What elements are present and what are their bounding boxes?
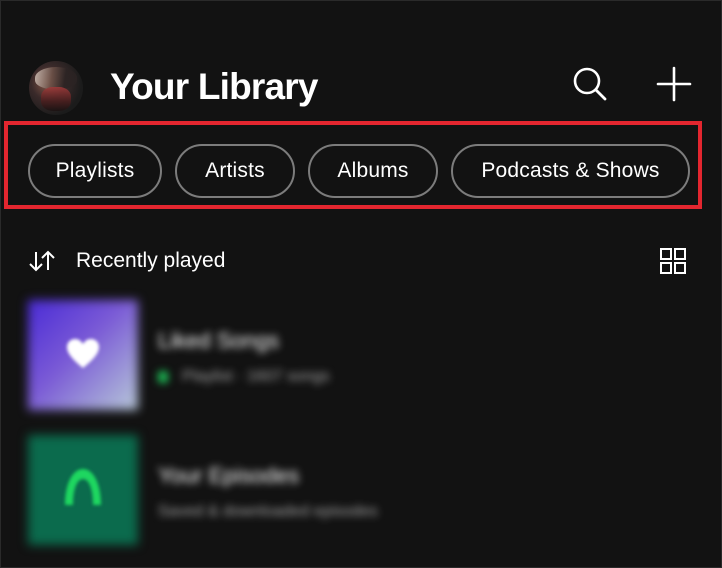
library-item-liked-songs[interactable]: Liked Songs Playlist · 1607 songs [28, 300, 698, 412]
library-screen: Your Library Playlists Artists Albums Po… [0, 0, 722, 568]
filter-chip-artists[interactable]: Artists [175, 144, 295, 198]
page-title: Your Library [110, 66, 318, 107]
heart-icon [67, 339, 99, 368]
filter-chip-podcasts-shows[interactable]: Podcasts & Shows [451, 144, 690, 198]
sort-label[interactable]: Recently played [76, 248, 225, 274]
filter-chip-playlists[interactable]: Playlists [28, 144, 162, 198]
plus-icon [656, 66, 692, 102]
add-button[interactable] [654, 64, 694, 104]
meta-separator: · [232, 368, 247, 385]
pinned-icon [158, 371, 168, 383]
library-item-subtitle: Playlist · 1607 songs [158, 368, 330, 386]
library-item-title: Your Episodes [158, 463, 300, 488]
library-item-your-episodes[interactable]: Your Episodes Saved & downloaded episode… [28, 435, 698, 547]
filter-chip-albums[interactable]: Albums [308, 144, 438, 198]
search-icon [573, 67, 607, 101]
sort-arrows-icon[interactable] [28, 249, 56, 273]
profile-avatar[interactable] [29, 61, 83, 115]
library-item-meta: 1607 songs [246, 368, 330, 385]
library-item-type: Playlist [182, 368, 233, 385]
search-button[interactable] [570, 64, 610, 104]
grid-view-icon[interactable] [660, 248, 686, 274]
library-item-title: Liked Songs [158, 328, 280, 353]
library-item-subtitle: Saved & downloaded episodes [158, 503, 378, 520]
podcast-icon [65, 469, 101, 505]
